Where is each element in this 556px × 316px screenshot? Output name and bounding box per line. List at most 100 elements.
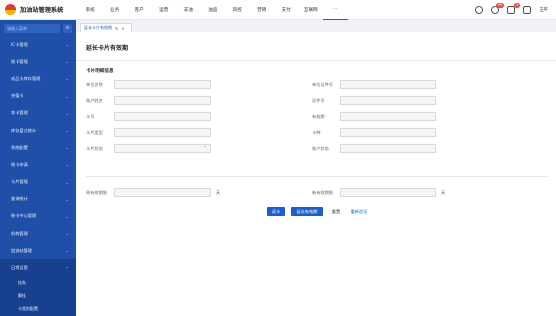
chevron-down-icon: ⌄	[65, 59, 69, 65]
sidebar-item-label: 充值卡	[11, 93, 24, 99]
account-status-label: 账户状态	[312, 146, 329, 151]
chevron-down-icon: ⌄	[65, 213, 69, 219]
message-icon[interactable]: 3	[507, 3, 521, 14]
title-divider	[76, 60, 556, 61]
sidebar-collapse-icon[interactable]: ≡	[63, 24, 72, 33]
sidebar-subitem-card-category[interactable]: 卡类别配置	[0, 302, 76, 316]
sidebar-subitem-unfreeze[interactable]: 解挂	[0, 289, 76, 303]
account-name-field[interactable]	[114, 96, 211, 105]
card-type-field[interactable]	[114, 128, 211, 137]
page-title: 延长卡片有效期	[86, 45, 129, 52]
unit-cert-label: 单位证件号	[312, 82, 333, 87]
sidebar-item-station[interactable]: 加油站管理 ⌄	[0, 242, 76, 259]
sidebar-item-card-apply[interactable]: 账卡申请 ⌄	[0, 156, 76, 173]
card-type-label: 卡片类型	[86, 130, 103, 135]
nav-item-business[interactable]: 业务	[103, 0, 128, 20]
orig-valid-label: 原有效期限	[86, 190, 107, 195]
card-status-label: 卡片状态	[86, 146, 103, 151]
sidebar-item-card-center[interactable]: 账卡中心管理 ⌄	[0, 208, 76, 225]
sidebar-item-stock[interactable]: 成品卡库存管理 ⌄	[0, 70, 76, 87]
chevron-down-icon: ⌄	[65, 110, 69, 116]
main-area: 延长卡片有效期 ↻ × 延长卡片有效期 卡片明细信息 单位名称 单位证件号 账户…	[76, 20, 556, 316]
fullscreen-icon[interactable]	[523, 6, 532, 14]
sidebar-item-vehicle-card[interactable]: 车卡管理 ⌄	[0, 105, 76, 122]
reset-button[interactable]: 重置	[328, 207, 344, 216]
app-title: 加油站管理系统	[20, 7, 64, 14]
account-status-field[interactable]	[340, 144, 436, 153]
chevron-down-icon: ⌄	[65, 179, 69, 185]
app-logo[interactable]: 加油站管理系统	[0, 4, 78, 15]
nav-item-more[interactable]: ···	[323, 0, 348, 20]
unit-name-label: 单位名称	[86, 82, 103, 87]
sidebar-item-label: 日常运营	[11, 265, 28, 271]
card-no-label: 卡号	[86, 114, 95, 119]
chevron-down-icon: ⌄	[65, 248, 69, 254]
sidebar-item-org[interactable]: 机构管理 ⌄	[0, 225, 76, 242]
sidebar-item-label: 成品卡库存管理	[11, 75, 41, 81]
chevron-down-icon: ⌄	[65, 162, 69, 168]
user-name[interactable]: 王平	[539, 7, 548, 13]
sidebar-item-account-card[interactable]: 账卡管理 ⌄	[0, 53, 76, 70]
search-icon[interactable]	[475, 6, 484, 14]
cert-no-field[interactable]	[340, 96, 436, 105]
chevron-down-icon: ⌄	[65, 196, 69, 202]
sidebar-item-label: 账卡申请	[11, 161, 28, 167]
cert-no-label: 证件号	[312, 98, 325, 103]
new-valid-input[interactable]	[340, 188, 436, 197]
sidebar-subitem-report-loss[interactable]: 挂失	[0, 276, 76, 290]
sidebar-item-daily-ops[interactable]: 日常运营 ⌃	[0, 259, 76, 277]
orig-valid-field[interactable]	[114, 188, 211, 197]
extend-validity-button[interactable]: 延长有效期	[291, 207, 323, 216]
close-icon[interactable]: ×	[121, 26, 124, 31]
sidebar-item-inventory[interactable]: 库存盘点统计 ⌄	[0, 122, 76, 139]
main-nav: 系统 业务 客户 运营 非油 油品 风控 营销 支付 互联网 ···	[78, 0, 348, 20]
account-name-label: 账户姓名	[86, 98, 103, 103]
read-card-button[interactable]: 读卡	[267, 207, 285, 216]
chevron-down-icon: ⌄	[65, 128, 69, 134]
nav-item-nonoil[interactable]: 非油	[176, 0, 201, 20]
logo-icon	[5, 4, 16, 15]
sidebar-item-label: 查询统计	[11, 196, 28, 202]
nav-item-oil[interactable]: 油品	[201, 0, 226, 20]
sidebar-item-recharge[interactable]: 充值卡 ⌄	[0, 88, 76, 105]
content-panel: 延长卡片有效期 卡片明细信息 单位名称 单位证件号 账户姓名 证件号 卡号 有效…	[76, 32, 556, 316]
section-title: 卡片明细信息	[86, 69, 114, 74]
sidebar-item-label: 机构管理	[11, 230, 28, 236]
bell-icon[interactable]: 99	[491, 3, 505, 14]
nav-item-marketing[interactable]: 营销	[250, 0, 275, 20]
unit-cert-field[interactable]	[340, 80, 436, 89]
section-divider	[86, 176, 548, 177]
nav-item-internet[interactable]: 互联网	[299, 0, 324, 20]
nav-item-system[interactable]: 系统	[78, 0, 103, 20]
sidebar-item-label: 库存盘点统计	[11, 127, 37, 133]
new-valid-unit: 天	[441, 190, 446, 195]
sidebar-item-label: IC卡管理	[11, 41, 28, 47]
card-id-field[interactable]	[340, 128, 436, 137]
nav-item-operation[interactable]: 运营	[152, 0, 177, 20]
card-id-label: 卡种	[312, 130, 321, 135]
chevron-down-icon: ⌄	[65, 76, 69, 82]
orig-valid-unit: 天	[216, 190, 221, 195]
nav-item-payment[interactable]: 支付	[274, 0, 299, 20]
chevron-up-icon: ⌃	[65, 265, 69, 271]
nav-item-customer[interactable]: 客户	[127, 0, 152, 20]
sidebar-search-input[interactable]: 请输入菜单	[4, 24, 60, 33]
refresh-icon[interactable]: ↻	[115, 26, 118, 31]
sidebar-item-ic-card[interactable]: IC卡管理 ⌄	[0, 36, 76, 53]
tab-label: 延长卡片有效期	[84, 25, 112, 30]
card-no-field[interactable]	[114, 112, 211, 121]
valid-period-label: 有效期	[312, 114, 325, 119]
unit-name-field[interactable]	[114, 80, 211, 89]
sidebar-search: 请输入菜单 ≡	[4, 24, 72, 33]
top-icons: 99 3 王平	[475, 0, 548, 20]
sidebar: 请输入菜单 ≡ IC卡管理 ⌄ 账卡管理 ⌄ 成品卡库存管理 ⌄ 充值卡 ⌄ 车卡管理 ⌄…	[0, 20, 76, 316]
tab-extend-validity[interactable]: 延长卡片有效期 ↻ ×	[80, 23, 132, 32]
reverify-button[interactable]: 重新验证	[348, 207, 370, 216]
card-status-select[interactable]	[114, 143, 211, 153]
sidebar-item-config[interactable]: 系统配置 ⌄	[0, 139, 76, 156]
chevron-down-icon: ⌄	[65, 42, 69, 48]
sidebar-item-card-manage[interactable]: 卡片管理 ⌄	[0, 174, 76, 191]
nav-item-risk[interactable]: 风控	[225, 0, 250, 20]
sidebar-item-query[interactable]: 查询统计 ⌄	[0, 191, 76, 208]
valid-period-field[interactable]	[340, 112, 436, 121]
